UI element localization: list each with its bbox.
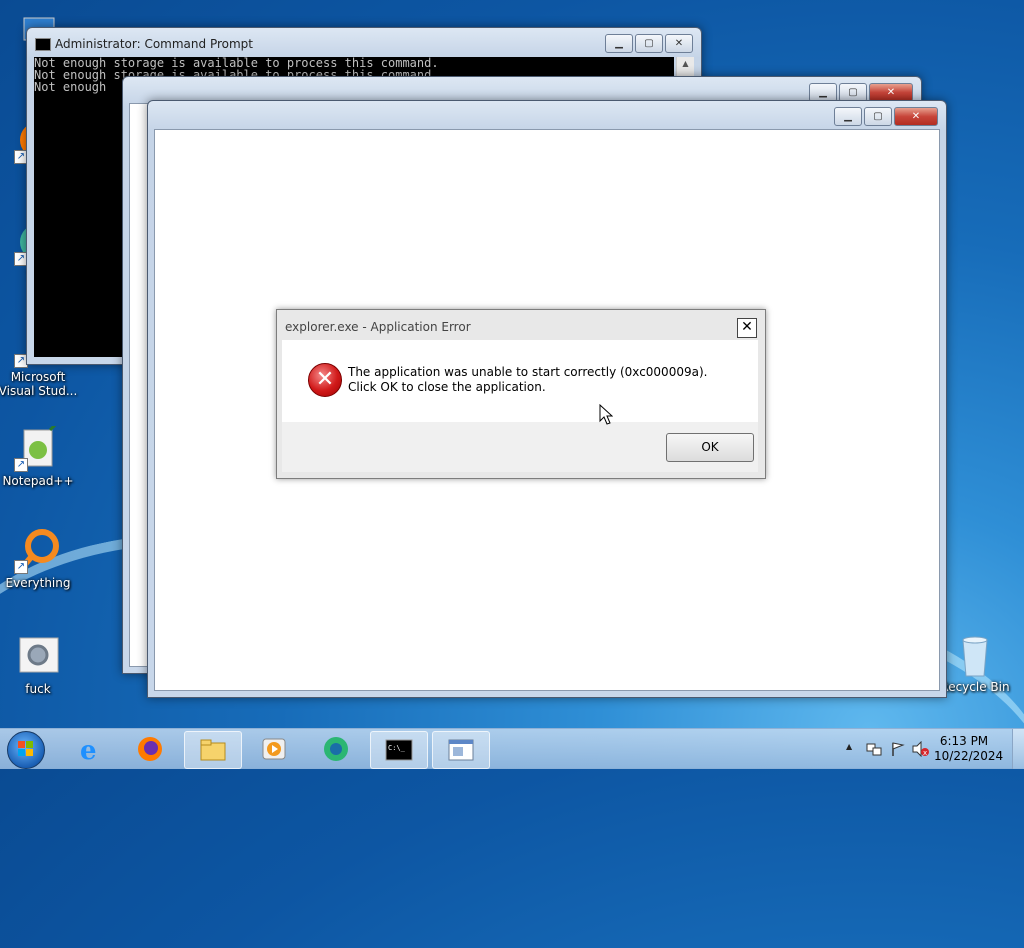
maximize-button[interactable]: ▢	[864, 107, 892, 126]
taskbar-firefox[interactable]	[122, 731, 178, 767]
gear-doc-icon	[16, 634, 60, 678]
clock-time: 6:13 PM	[939, 734, 989, 748]
taskbar-media-player[interactable]	[246, 731, 302, 767]
file-explorer-icon	[200, 739, 226, 761]
taskbar-internet-explorer[interactable]: e	[62, 731, 118, 767]
start-button[interactable]	[7, 731, 45, 769]
scroll-up-arrow-icon[interactable]: ▲	[677, 57, 694, 71]
maximize-button[interactable]: ▢	[635, 34, 663, 53]
window-title: Administrator: Command Prompt	[55, 37, 253, 51]
desktop-icon-label: fuck	[25, 682, 51, 696]
recycle-bin-icon	[953, 632, 997, 677]
clock[interactable]: 6:13 PM 10/22/2024	[934, 734, 1004, 764]
action-center-flag-icon[interactable]	[890, 741, 906, 757]
taskbar: e C:\_ ▲ x 6:13 PM 10/22/2024	[0, 728, 1024, 769]
desktop-icon-label: Recycle Bin	[940, 680, 1010, 694]
taskbar-window-app[interactable]	[432, 731, 490, 769]
tray-show-hidden-icons-button[interactable]: ▲	[846, 742, 852, 751]
windows-logo-icon	[18, 741, 34, 757]
svg-text:x: x	[923, 749, 927, 757]
desktop-icon-recycle-bin[interactable]: Recycle Bin	[935, 632, 1015, 694]
show-desktop-button[interactable]	[1012, 729, 1024, 769]
window-app-icon	[448, 739, 474, 761]
dialog-footer: OK	[282, 422, 758, 472]
command-prompt-icon: C:\_	[385, 739, 413, 761]
notepadpp-icon: ↗	[14, 418, 62, 472]
desktop-icon-notepadpp[interactable]: ↗ Notepad++	[0, 418, 78, 488]
desktop-icon-label: Everything	[5, 576, 71, 590]
dialog-close-button[interactable]: ✕	[737, 318, 757, 338]
mouse-cursor-icon	[599, 404, 613, 425]
browser-icon	[324, 737, 348, 761]
close-button[interactable]: ✕	[665, 34, 693, 53]
cmd-window-icon	[35, 38, 51, 51]
ok-button[interactable]: OK	[666, 433, 754, 462]
svg-text:e: e	[80, 736, 97, 763]
application-error-dialog[interactable]: explorer.exe - Application Error ✕ ✕ The…	[276, 309, 766, 479]
desktop-icon-fuck[interactable]: fuck	[0, 634, 78, 696]
desktop-icon-everything[interactable]: ↗ Everything	[0, 528, 78, 590]
close-button[interactable]: ✕	[894, 107, 938, 126]
media-player-icon	[262, 738, 286, 760]
internet-explorer-icon: e	[80, 736, 97, 763]
network-icon[interactable]	[866, 741, 882, 757]
minimize-button[interactable]: ▁	[605, 34, 633, 53]
taskbar-file-explorer[interactable]	[184, 731, 242, 769]
dialog-title: explorer.exe - Application Error	[285, 320, 471, 334]
taskbar-browser[interactable]	[308, 731, 364, 767]
svg-text:C:\_: C:\_	[388, 744, 406, 752]
dialog-body: ✕ The application was unable to start co…	[282, 340, 758, 432]
taskbar-command-prompt[interactable]: C:\_	[370, 731, 428, 769]
volume-muted-icon[interactable]: x	[912, 741, 930, 757]
error-message: The application was unable to start corr…	[348, 365, 708, 394]
clock-date: 10/22/2024	[934, 749, 1004, 763]
firefox-icon	[138, 737, 162, 761]
minimize-button[interactable]: ▁	[834, 107, 862, 126]
error-icon: ✕	[308, 363, 342, 397]
everything-icon: ↗	[14, 528, 60, 574]
desktop-icon-label: Notepad++	[2, 474, 74, 488]
desktop-icon-label: Microsoft Visual Stud...	[0, 370, 78, 398]
